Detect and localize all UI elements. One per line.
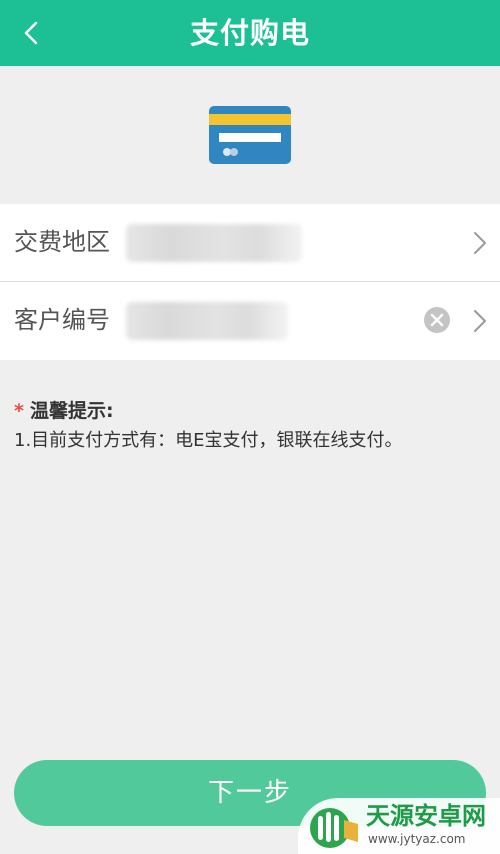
tips-line-1: 1.目前支付方式有：电E宝支付，银联在线支付。	[14, 430, 403, 451]
watermark-url: www.jytyaz.com	[368, 832, 466, 846]
tips-title-text: 温馨提示:	[29, 400, 114, 422]
header-bar: 支付购电	[0, 0, 500, 66]
tips-title: * 温馨提示:	[14, 396, 494, 426]
customer-input-blurred[interactable]	[126, 302, 288, 340]
android-logo-icon	[310, 808, 358, 848]
clear-icon[interactable]	[424, 307, 450, 333]
tips-section: * 温馨提示: 1.目前支付方式有：电E宝支付，银联在线支付。	[14, 396, 494, 456]
customer-label: 客户编号	[14, 306, 110, 334]
watermark-name: 天源安卓网	[366, 802, 486, 830]
page-title: 支付购电	[189, 16, 310, 50]
payment-form: 交费地区 客户编号	[0, 204, 500, 360]
chevron-right-icon	[474, 310, 486, 332]
required-star: *	[14, 400, 24, 422]
area-label: 交费地区	[14, 228, 110, 256]
chevron-right-icon	[474, 232, 486, 254]
area-row[interactable]: 交费地区	[0, 204, 500, 281]
watermark: 天源安卓网 www.jytyaz.com	[298, 798, 500, 854]
credit-card-icon	[209, 106, 291, 164]
area-value-blurred	[126, 224, 302, 262]
